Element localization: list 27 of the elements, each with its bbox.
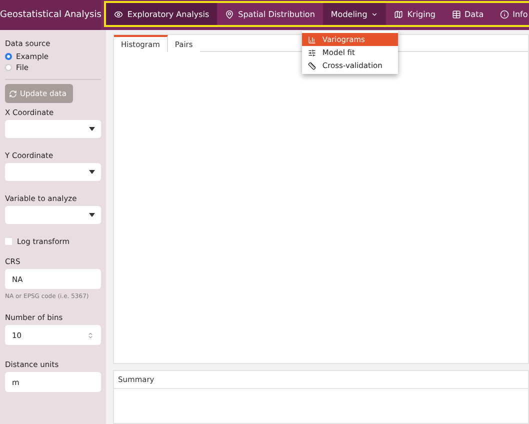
ruler-icon — [308, 62, 316, 70]
caret-icon — [89, 213, 95, 217]
info-icon — [500, 10, 509, 18]
radio-button[interactable] — [5, 64, 12, 71]
radio-button[interactable] — [5, 53, 12, 60]
select-field[interactable] — [5, 120, 101, 138]
sliders-icon — [308, 48, 316, 56]
map-icon — [394, 10, 404, 18]
nav-tab[interactable]: Exploratory Analysis — [106, 3, 218, 25]
nav-tab[interactable]: Data — [444, 3, 492, 25]
caret-icon — [89, 170, 95, 174]
table-icon — [452, 10, 461, 18]
refresh-icon — [9, 90, 17, 98]
app-title: Geostatistical Analysis — [0, 0, 102, 30]
select-field[interactable] — [5, 206, 101, 224]
bar-chart-icon — [308, 36, 316, 44]
caret-icon — [371, 10, 378, 18]
eye-icon — [114, 10, 124, 18]
caret-icon — [89, 127, 95, 131]
nav-tab[interactable]: Spatial Distribution — [217, 3, 323, 25]
nav-tab[interactable]: Info — [492, 3, 529, 25]
checkbox[interactable] — [5, 238, 12, 245]
nav-tab[interactable]: Kriging — [386, 3, 444, 25]
map-pin-icon — [225, 10, 234, 18]
nav-tab[interactable]: Modeling — [322, 3, 386, 25]
spinner-icon — [87, 332, 94, 338]
select-field[interactable] — [5, 163, 101, 181]
